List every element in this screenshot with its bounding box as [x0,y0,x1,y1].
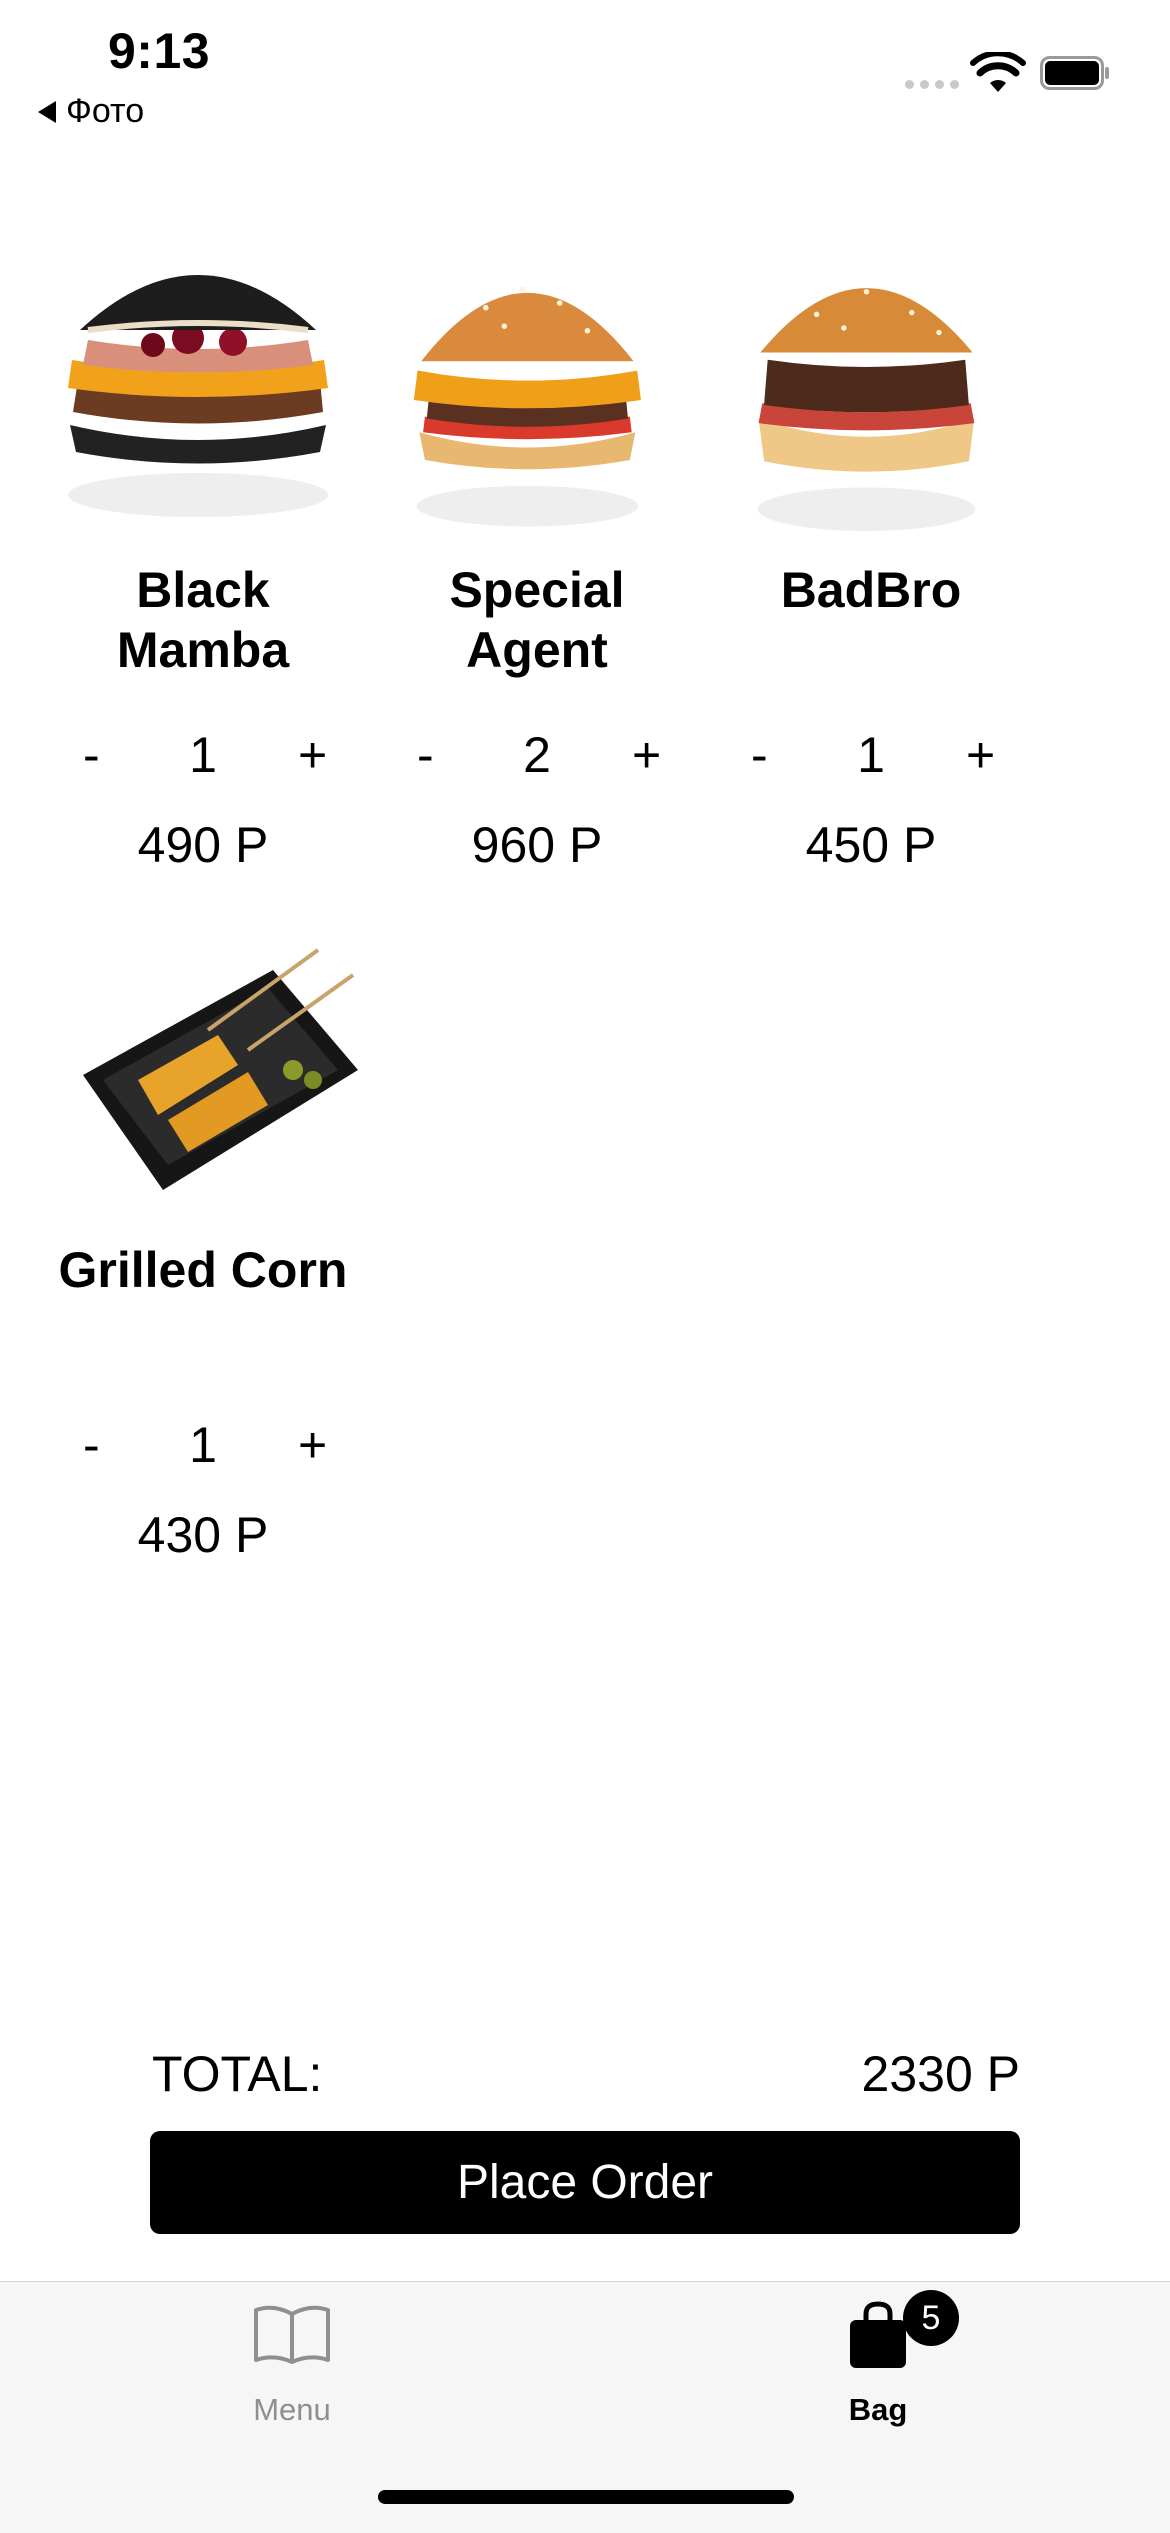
increase-button[interactable]: + [632,720,661,790]
product-name: Black [136,562,270,618]
back-link[interactable]: Фото [38,92,144,131]
tab-menu[interactable]: Menu [172,2282,412,2462]
shopping-bag-icon [850,2301,906,2368]
wifi-icon [970,52,1026,92]
tab-bag-label: Bag [848,2392,908,2427]
quantity-stepper: - 1 + [706,720,1036,790]
total-value: 2330 Р [861,2046,1020,2102]
decrease-button[interactable]: - [751,720,768,790]
quantity-value: 1 [857,727,885,783]
black-mamba-burger-image [68,275,328,517]
quantity-stepper: - 1 + [38,720,368,790]
book-icon [254,2305,330,2364]
cellular-signal-icon [905,80,959,89]
total-label: TOTAL: [152,2046,323,2102]
quantity-value: 1 [189,727,217,783]
product-price: 450 Р [805,817,937,873]
product-name: Special [449,562,625,618]
back-label: Фото [66,92,145,130]
grilled-corn-image [83,948,358,1190]
increase-button[interactable]: + [298,720,327,790]
quantity-stepper: - 2 + [372,720,702,790]
decrease-button[interactable]: - [83,1410,100,1480]
place-order-button[interactable]: Place Order [150,2131,1020,2234]
product-name-line2: Agent [466,622,608,678]
product-name: BadBro [780,562,962,618]
product-name-line2: Mamba [116,622,290,678]
bag-count-badge: 5 [903,2290,959,2346]
status-time: 9:13 [108,23,211,79]
quantity-value: 1 [189,1417,217,1473]
product-card-badbro: BadBro - 1 + 450 Р [706,230,1036,880]
decrease-button[interactable]: - [83,720,100,790]
product-price: 490 Р [137,817,269,873]
home-indicator [378,2490,794,2504]
increase-button[interactable]: + [966,720,995,790]
product-price: 960 Р [471,817,603,873]
increase-button[interactable]: + [298,1410,327,1480]
product-card-black-mamba: Black Mamba - 1 + 490 Р [38,230,368,880]
product-name: Grilled Corn [58,1242,348,1298]
tab-bag[interactable]: 5 Bag [758,2282,998,2462]
badbro-burger-image [757,288,976,531]
quantity-stepper: - 1 + [38,1410,368,1480]
quantity-value: 2 [523,727,551,783]
product-price: 430 Р [137,1507,269,1563]
product-card-grilled-corn: Grilled Corn - 1 + 430 Р [38,940,368,1590]
tab-menu-label: Menu [253,2392,331,2427]
special-agent-burger-image [413,286,641,527]
battery-icon [1040,56,1109,90]
product-card-special-agent: Special Agent - 2 + 960 Р [372,230,702,880]
back-arrow-icon [38,100,56,123]
decrease-button[interactable]: - [417,720,434,790]
